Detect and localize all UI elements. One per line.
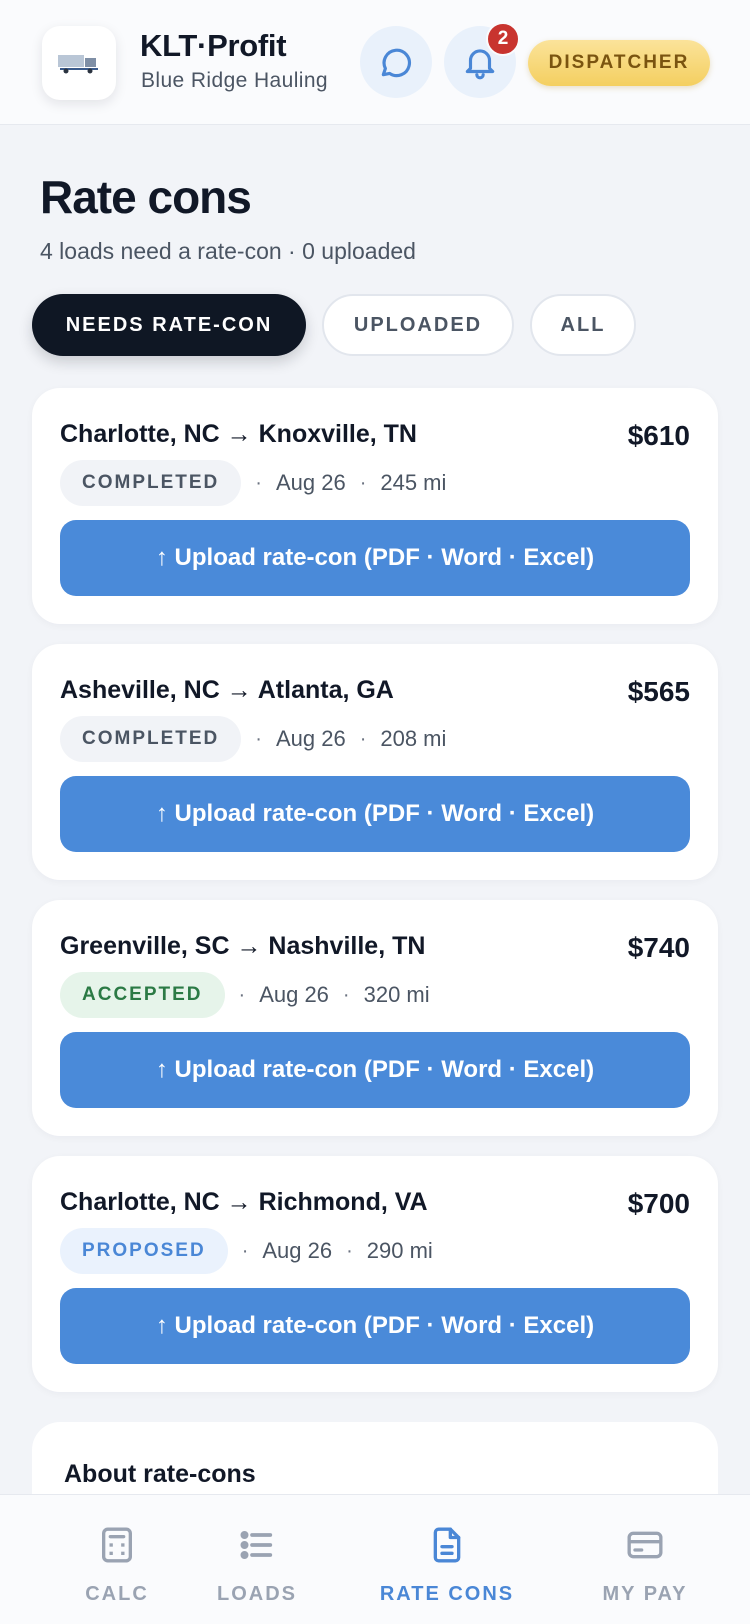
- load-card: Asheville, NC → Atlanta, GA $565 COMPLET…: [32, 644, 718, 880]
- notification-badge: 2: [486, 22, 520, 56]
- calculator-icon: [102, 1527, 132, 1563]
- load-meta: ACCEPTED · Aug 26 · 320 mi: [60, 972, 430, 1018]
- messages-button[interactable]: [360, 26, 432, 98]
- load-date: Aug 26: [275, 726, 346, 751]
- app-header: KLT·Profit Blue Ridge Hauling 2 DISPATCH…: [0, 0, 750, 125]
- load-card: Charlotte, NC → Richmond, VA $700 PROPOS…: [32, 1156, 718, 1392]
- brand-title: KLT·Profit: [140, 28, 287, 63]
- filter-all[interactable]: ALL: [530, 294, 636, 356]
- document-icon: [433, 1527, 461, 1563]
- load-distance: 290 mi: [366, 1238, 433, 1263]
- load-date: Aug 26: [275, 470, 346, 495]
- load-distance: 245 mi: [380, 470, 447, 495]
- company-logo[interactable]: [42, 26, 116, 100]
- company-name: Blue Ridge Hauling: [141, 69, 328, 92]
- load-meta: COMPLETED · Aug 26 · 208 mi: [60, 716, 446, 762]
- separator-dot: ·: [359, 727, 367, 750]
- role-badge[interactable]: DISPATCHER: [528, 40, 710, 86]
- load-meta: PROPOSED · Aug 26 · 290 mi: [60, 1228, 433, 1274]
- nav-item-calc[interactable]: CALC: [52, 1495, 182, 1624]
- bottom-nav: CALC LOADS RATE CONS MY PAY: [0, 1494, 750, 1624]
- load-card: Greenville, SC → Nashville, TN $740 ACCE…: [32, 900, 718, 1136]
- list-icon: [240, 1530, 273, 1560]
- nav-label: LOADS: [217, 1583, 297, 1605]
- load-route: Charlotte, NC → Knoxville, TN: [60, 420, 417, 448]
- upload-rate-con-button[interactable]: ↑ Upload rate-con (PDF · Word · Excel): [60, 520, 690, 596]
- nav-item-loads[interactable]: LOADS: [192, 1495, 322, 1624]
- load-card: Charlotte, NC → Knoxville, TN $610 COMPL…: [32, 388, 718, 624]
- load-price: $565: [627, 676, 690, 707]
- load-meta: COMPLETED · Aug 26 · 245 mi: [60, 460, 446, 506]
- load-distance: 208 mi: [380, 726, 447, 751]
- load-distance: 320 mi: [363, 982, 430, 1007]
- status-badge: COMPLETED: [60, 460, 242, 506]
- filter-uploaded[interactable]: UPLOADED: [322, 294, 514, 356]
- separator-dot: ·: [241, 1239, 249, 1262]
- about-title: About rate-cons: [64, 1460, 256, 1488]
- upload-rate-con-button[interactable]: ↑ Upload rate-con (PDF · Word · Excel): [60, 776, 690, 852]
- load-date: Aug 26: [262, 1238, 333, 1263]
- separator-dot: ·: [342, 983, 350, 1006]
- nav-label: CALC: [85, 1583, 149, 1605]
- nav-item-my-pay[interactable]: MY PAY: [580, 1495, 710, 1624]
- separator-dot: ·: [255, 727, 262, 750]
- truck-logo-icon: [58, 55, 98, 74]
- load-price: $700: [627, 1188, 690, 1219]
- nav-label: MY PAY: [602, 1583, 688, 1605]
- load-route: Greenville, SC → Nashville, TN: [60, 932, 426, 960]
- status-badge: PROPOSED: [60, 1228, 228, 1274]
- upload-rate-con-button[interactable]: ↑ Upload rate-con (PDF · Word · Excel): [60, 1288, 690, 1364]
- load-route: Charlotte, NC → Richmond, VA: [60, 1188, 428, 1216]
- load-route: Asheville, NC → Atlanta, GA: [60, 676, 394, 704]
- separator-dot: ·: [359, 471, 367, 494]
- separator-dot: ·: [238, 983, 246, 1006]
- page-subtitle: 4 loads need a rate-con · 0 uploaded: [40, 238, 416, 264]
- upload-rate-con-button[interactable]: ↑ Upload rate-con (PDF · Word · Excel): [60, 1032, 690, 1108]
- separator-dot: ·: [255, 471, 262, 494]
- filter-needs-rate-con[interactable]: NEEDS RATE-CON: [32, 294, 306, 356]
- nav-item-rate-cons[interactable]: RATE CONS: [362, 1495, 532, 1624]
- load-price: $610: [627, 420, 690, 451]
- status-badge: ACCEPTED: [60, 972, 225, 1018]
- page-title: Rate cons: [40, 171, 252, 223]
- credit-card-icon: [627, 1531, 663, 1559]
- status-badge: COMPLETED: [60, 716, 242, 762]
- separator-dot: ·: [346, 1239, 353, 1262]
- nav-label: RATE CONS: [379, 1583, 515, 1605]
- load-price: $740: [627, 932, 690, 963]
- load-date: Aug 26: [259, 982, 329, 1007]
- chat-bubble-icon: [381, 48, 411, 78]
